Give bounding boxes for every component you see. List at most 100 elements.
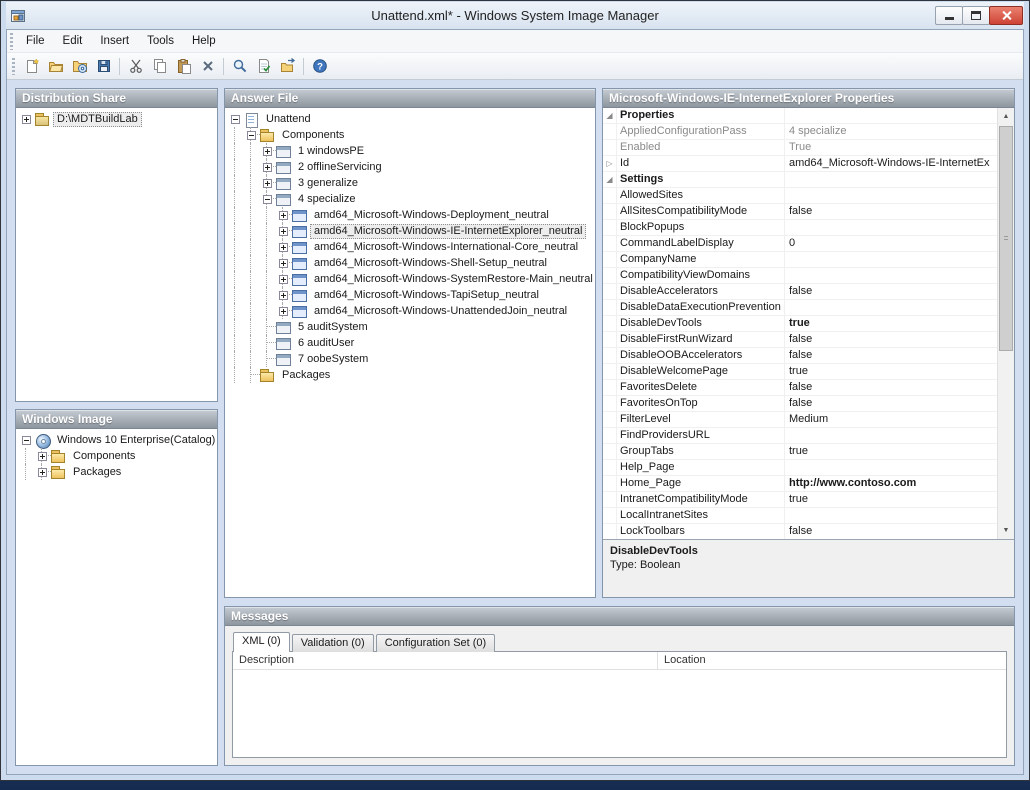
expand-icon[interactable] (279, 275, 288, 284)
tree-label-6-audituser[interactable]: 6 auditUser (294, 336, 358, 351)
properties-scrollbar[interactable]: ▲ ▼ (997, 108, 1014, 539)
menu-file[interactable]: File (17, 32, 54, 50)
property-name[interactable]: LocalIntranetSites (617, 508, 785, 523)
expand-icon[interactable] (263, 147, 272, 156)
property-value[interactable] (785, 508, 997, 523)
property-value[interactable]: true (785, 492, 997, 507)
tree-label-windows-10-enterprise-catalog[interactable]: Windows 10 Enterprise(Catalog) (53, 433, 217, 448)
toolbar-grip[interactable] (12, 58, 15, 75)
column-header-location[interactable]: Location (658, 652, 1006, 669)
app-icon[interactable] (10, 8, 26, 24)
titlebar[interactable]: Unattend.xml* - Windows System Image Man… (6, 2, 1024, 29)
tree-label-1-windowspe[interactable]: 1 windowsPE (294, 144, 368, 159)
property-name[interactable]: LockToolbars (617, 524, 785, 539)
expand-icon[interactable] (263, 163, 272, 172)
collapse-icon[interactable] (231, 115, 240, 124)
property-name[interactable]: Help_Page (617, 460, 785, 475)
help-button[interactable]: ? (308, 55, 331, 78)
property-value[interactable] (785, 220, 997, 235)
close-button[interactable] (989, 6, 1023, 25)
expand-icon[interactable] (263, 179, 272, 188)
collapse-icon[interactable] (263, 195, 272, 204)
cut-button[interactable] (124, 55, 147, 78)
delete-button[interactable] (196, 55, 219, 78)
tree-label-components[interactable]: Components (69, 449, 139, 464)
property-value[interactable] (785, 268, 997, 283)
copy-button[interactable] (148, 55, 171, 78)
property-name[interactable]: DisableOOBAccelerators (617, 348, 785, 363)
open-answer-file-button[interactable] (44, 55, 67, 78)
tree-label-amd64-microsoft-windows-ie-internetexplorer-neutral[interactable]: amd64_Microsoft-Windows-IE-InternetExplo… (310, 224, 586, 239)
paste-button[interactable] (172, 55, 195, 78)
menu-tools[interactable]: Tools (138, 32, 183, 50)
menu-edit[interactable]: Edit (54, 32, 92, 50)
property-name[interactable]: CompatibilityViewDomains (617, 268, 785, 283)
property-value[interactable] (785, 252, 997, 267)
tree-label-components[interactable]: Components (278, 128, 348, 143)
property-name[interactable]: DisableFirstRunWizard (617, 332, 785, 347)
property-name[interactable]: AppliedConfigurationPass (617, 124, 785, 139)
property-value[interactable] (785, 460, 997, 475)
property-name[interactable]: DisableAccelerators (617, 284, 785, 299)
property-name[interactable]: DisableWelcomePage (617, 364, 785, 379)
tree-label-amd64-microsoft-windows-unattendedjoin-neutral[interactable]: amd64_Microsoft-Windows-UnattendedJoin_n… (310, 304, 571, 319)
property-name[interactable]: FavoritesOnTop (617, 396, 785, 411)
property-name[interactable]: CommandLabelDisplay (617, 236, 785, 251)
property-name[interactable]: AllowedSites (617, 188, 785, 203)
tab-configuration-set-0[interactable]: Configuration Set (0) (376, 634, 496, 652)
collapse-section-icon[interactable]: ◢ (603, 108, 617, 123)
validate-answer-file-button[interactable] (252, 55, 275, 78)
tree-label-d-mdtbuildlab[interactable]: D:\MDTBuildLab (53, 112, 142, 127)
minimize-button[interactable] (935, 6, 963, 25)
expand-icon[interactable] (279, 211, 288, 220)
property-value[interactable]: 0 (785, 236, 997, 251)
property-value[interactable]: true (785, 316, 997, 331)
collapse-icon[interactable] (247, 131, 256, 140)
tree-label-4-specialize[interactable]: 4 specialize (294, 192, 359, 207)
menu-help[interactable]: Help (183, 32, 225, 50)
property-name[interactable]: IntranetCompatibilityMode (617, 492, 785, 507)
tab-validation-0[interactable]: Validation (0) (292, 634, 374, 652)
menu-insert[interactable]: Insert (91, 32, 138, 50)
expand-icon[interactable] (279, 243, 288, 252)
property-value[interactable]: amd64_Microsoft-Windows-IE-InternetEx (785, 156, 997, 171)
expand-icon[interactable] (279, 227, 288, 236)
tree-label-amd64-microsoft-windows-deployment-neutral[interactable]: amd64_Microsoft-Windows-Deployment_neutr… (310, 208, 553, 223)
property-value[interactable] (785, 300, 997, 315)
property-name[interactable]: Enabled (617, 140, 785, 155)
tree-label-amd64-microsoft-windows-shell-setup-neutral[interactable]: amd64_Microsoft-Windows-Shell-Setup_neut… (310, 256, 551, 271)
property-name[interactable]: Id (617, 156, 785, 171)
collapse-icon[interactable] (22, 436, 31, 445)
menubar-grip[interactable] (10, 33, 13, 50)
property-name[interactable]: FindProvidersURL (617, 428, 785, 443)
open-windows-image-button[interactable] (68, 55, 91, 78)
new-answer-file-button[interactable] (20, 55, 43, 78)
property-value[interactable] (785, 428, 997, 443)
create-configuration-set-button[interactable] (276, 55, 299, 78)
tree-label-amd64-microsoft-windows-international-core-neutral[interactable]: amd64_Microsoft-Windows-International-Co… (310, 240, 582, 255)
property-name[interactable]: Home_Page (617, 476, 785, 491)
expand-icon[interactable] (279, 291, 288, 300)
property-value[interactable]: false (785, 204, 997, 219)
save-answer-file-button[interactable] (92, 55, 115, 78)
property-value[interactable]: http://www.contoso.com (785, 476, 997, 491)
tab-xml-0[interactable]: XML (0) (233, 632, 290, 652)
property-value[interactable]: true (785, 444, 997, 459)
property-value[interactable]: 4 specialize (785, 124, 997, 139)
maximize-button[interactable] (962, 6, 990, 25)
property-name[interactable]: FavoritesDelete (617, 380, 785, 395)
find-button[interactable] (228, 55, 251, 78)
tree-label-2-offlineservicing[interactable]: 2 offlineServicing (294, 160, 386, 175)
property-name[interactable]: GroupTabs (617, 444, 785, 459)
tree-label-packages[interactable]: Packages (69, 465, 125, 480)
tree-label-unattend[interactable]: Unattend (262, 112, 315, 127)
expand-icon[interactable] (279, 259, 288, 268)
property-value[interactable]: false (785, 348, 997, 363)
collapse-section-icon[interactable]: ◢ (603, 172, 617, 187)
expand-icon[interactable] (22, 115, 31, 124)
property-name[interactable]: BlockPopups (617, 220, 785, 235)
column-header-description[interactable]: Description (233, 652, 658, 669)
property-value[interactable]: false (785, 524, 997, 539)
scroll-down-icon[interactable]: ▼ (998, 522, 1014, 539)
tree-label-5-auditsystem[interactable]: 5 auditSystem (294, 320, 372, 335)
